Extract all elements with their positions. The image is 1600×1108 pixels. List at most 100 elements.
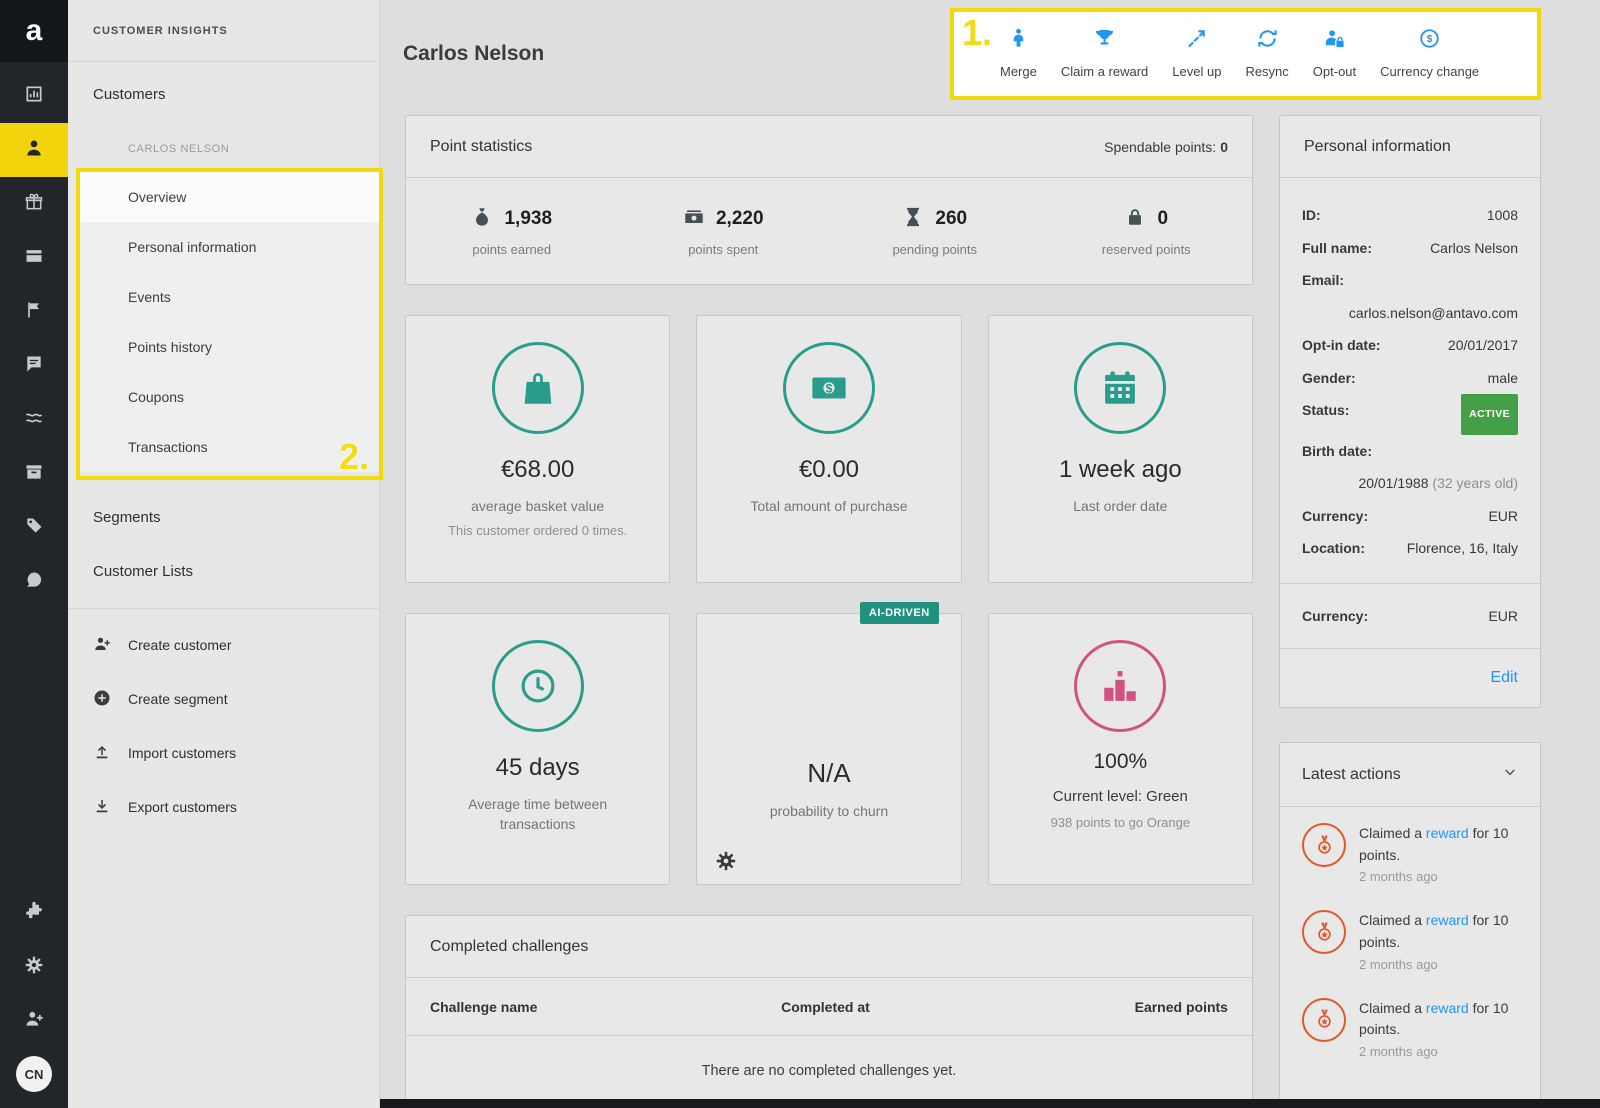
level-up-label: Level up (1172, 64, 1222, 79)
merge-button[interactable]: Merge (1000, 27, 1037, 79)
export-customers-button[interactable]: Export customers (68, 780, 379, 834)
create-segment-button[interactable]: Create segment (68, 672, 379, 726)
stat-points-earned: 1,938 points earned (406, 206, 618, 257)
average-basket-sub: This customer ordered 0 times. (448, 523, 628, 539)
current-level-value: 100% (1093, 750, 1148, 773)
annotation-label-1: 1. (962, 12, 993, 53)
latest-action-time: 2 months ago (1359, 869, 1438, 885)
rail-item-add-user[interactable] (0, 994, 68, 1048)
stat-pending-points: 260 pending points (829, 206, 1041, 257)
puzzle-icon (24, 901, 44, 926)
stat-label: points spent (688, 241, 759, 257)
create-customer-label: Create customer (128, 637, 232, 653)
rail-item-support[interactable] (0, 555, 68, 609)
hourglass-icon (902, 206, 924, 233)
sidebar-item-overview[interactable]: Overview (80, 172, 379, 222)
claim-reward-button[interactable]: Claim a reward (1061, 27, 1148, 79)
analytics-icon (24, 84, 44, 109)
col-earned-points: Earned points (1134, 998, 1228, 1015)
sidebar-item-segments[interactable]: Segments (68, 490, 379, 544)
total-purchase-card: $ €0.00 Total amount of purchase (696, 315, 962, 583)
field-birth-value: 20/01/1988 (32 years old) (1302, 467, 1518, 500)
currency-change-button[interactable]: $ Currency change (1380, 27, 1479, 79)
latest-action-text: Claimed a reward for 10 points. (1359, 823, 1522, 866)
avg-time-label: Average time between transactions (468, 796, 608, 833)
gift-icon (24, 192, 44, 217)
user-avatar[interactable]: CN (16, 1056, 52, 1092)
sidebar-item-transactions[interactable]: Transactions (80, 422, 379, 472)
rail-item-inventory[interactable] (0, 447, 68, 501)
app-logo[interactable]: a (0, 0, 68, 62)
resync-button[interactable]: Resync (1245, 27, 1289, 79)
opt-out-button[interactable]: Opt-out (1313, 27, 1356, 79)
last-order-value: 1 week ago (1058, 456, 1182, 483)
podium-icon (1074, 640, 1167, 732)
sidebar-item-customer-lists[interactable]: Customer Lists (68, 544, 379, 598)
create-customer-button[interactable]: Create customer (68, 618, 379, 672)
rail-item-customers[interactable] (0, 123, 68, 177)
rail-spacer (0, 62, 68, 69)
icon-rail: a CN (0, 0, 68, 1108)
gear-icon (24, 955, 44, 980)
action-text-pre: Claimed a (1359, 825, 1426, 841)
current-level-sub: 938 points to go Orange (1050, 814, 1191, 830)
field-full-name: Full name: Carlos Nelson (1302, 232, 1518, 265)
spendable-points-value: 0 (1220, 138, 1228, 155)
personal-information-title: Personal information (1304, 137, 1451, 155)
field-location-value: Florence, 16, Italy (1406, 540, 1518, 556)
sidebar-customer-name: CARLOS NELSON (128, 143, 230, 155)
rail-item-messages[interactable] (0, 339, 68, 393)
sidebar-section-customers[interactable]: Customers (93, 86, 166, 103)
reward-link[interactable]: reward (1426, 825, 1469, 841)
reward-link[interactable]: reward (1426, 912, 1469, 928)
field-currency-value: EUR (1488, 507, 1518, 524)
rail-item-cards[interactable] (0, 231, 68, 285)
birth-age-suffix: (32 years old) (1428, 475, 1518, 491)
sidebar-item-personal-information[interactable]: Personal information (80, 222, 379, 272)
svg-text:$: $ (826, 382, 833, 396)
latest-action-text: Claimed a reward for 10 points. (1359, 910, 1522, 953)
credit-card-icon (24, 246, 44, 271)
edit-link[interactable]: Edit (1490, 669, 1518, 686)
import-customers-button[interactable]: Import customers (68, 726, 379, 780)
sidebar-item-events[interactable]: Events (80, 272, 379, 322)
churn-settings-gear-icon[interactable] (715, 850, 737, 872)
create-segment-label: Create segment (128, 691, 228, 707)
field-status: Status: ACTIVE (1302, 394, 1518, 435)
sidebar-item-points-history[interactable]: Points history (80, 322, 379, 372)
rail-item-workflows[interactable] (0, 393, 68, 447)
rail-item-tags[interactable] (0, 501, 68, 555)
stat-value: 0 (1157, 208, 1169, 229)
last-order-label: Last order date (1073, 498, 1168, 514)
rail-item-analytics[interactable] (0, 69, 68, 123)
latest-action-time: 2 months ago (1359, 1044, 1438, 1060)
col-completed-at: Completed at (781, 998, 870, 1015)
rail-item-rewards[interactable] (0, 177, 68, 231)
field-email: Email: carlos.nelson@antavo.com (1302, 264, 1518, 329)
sidebar-item-coupons[interactable]: Coupons (80, 372, 379, 422)
avg-time-value: 45 days (495, 754, 580, 781)
point-statistics-row: 1,938 points earned 2,220 points spent 2… (406, 178, 1252, 284)
tag-icon (24, 516, 44, 541)
opt-out-icon (1323, 27, 1346, 55)
field-id-value: 1008 (1486, 207, 1518, 223)
level-up-icon (1185, 27, 1208, 55)
latest-action-time: 2 months ago (1359, 956, 1438, 972)
customers-icon (24, 138, 44, 163)
field-birth-label: Birth date: (1302, 442, 1372, 459)
merge-label: Merge (1000, 64, 1037, 79)
reward-link[interactable]: reward (1426, 1000, 1469, 1016)
claim-reward-label: Claim a reward (1060, 64, 1149, 79)
level-up-button[interactable]: Level up (1172, 27, 1221, 79)
field-currency: Currency: EUR (1302, 500, 1518, 533)
rail-item-settings[interactable] (0, 940, 68, 994)
clock-icon (491, 640, 584, 732)
latest-action-item: Claimed a reward for 10 points. 2 months… (1280, 894, 1540, 981)
resync-icon (1256, 27, 1279, 55)
chevron-down-icon[interactable] (1502, 764, 1518, 785)
action-text-pre: Claimed a (1359, 999, 1426, 1016)
waves-icon (24, 408, 44, 433)
currency-icon: $ (1418, 27, 1441, 55)
rail-item-integrations[interactable] (0, 886, 68, 940)
rail-item-campaigns[interactable] (0, 285, 68, 339)
